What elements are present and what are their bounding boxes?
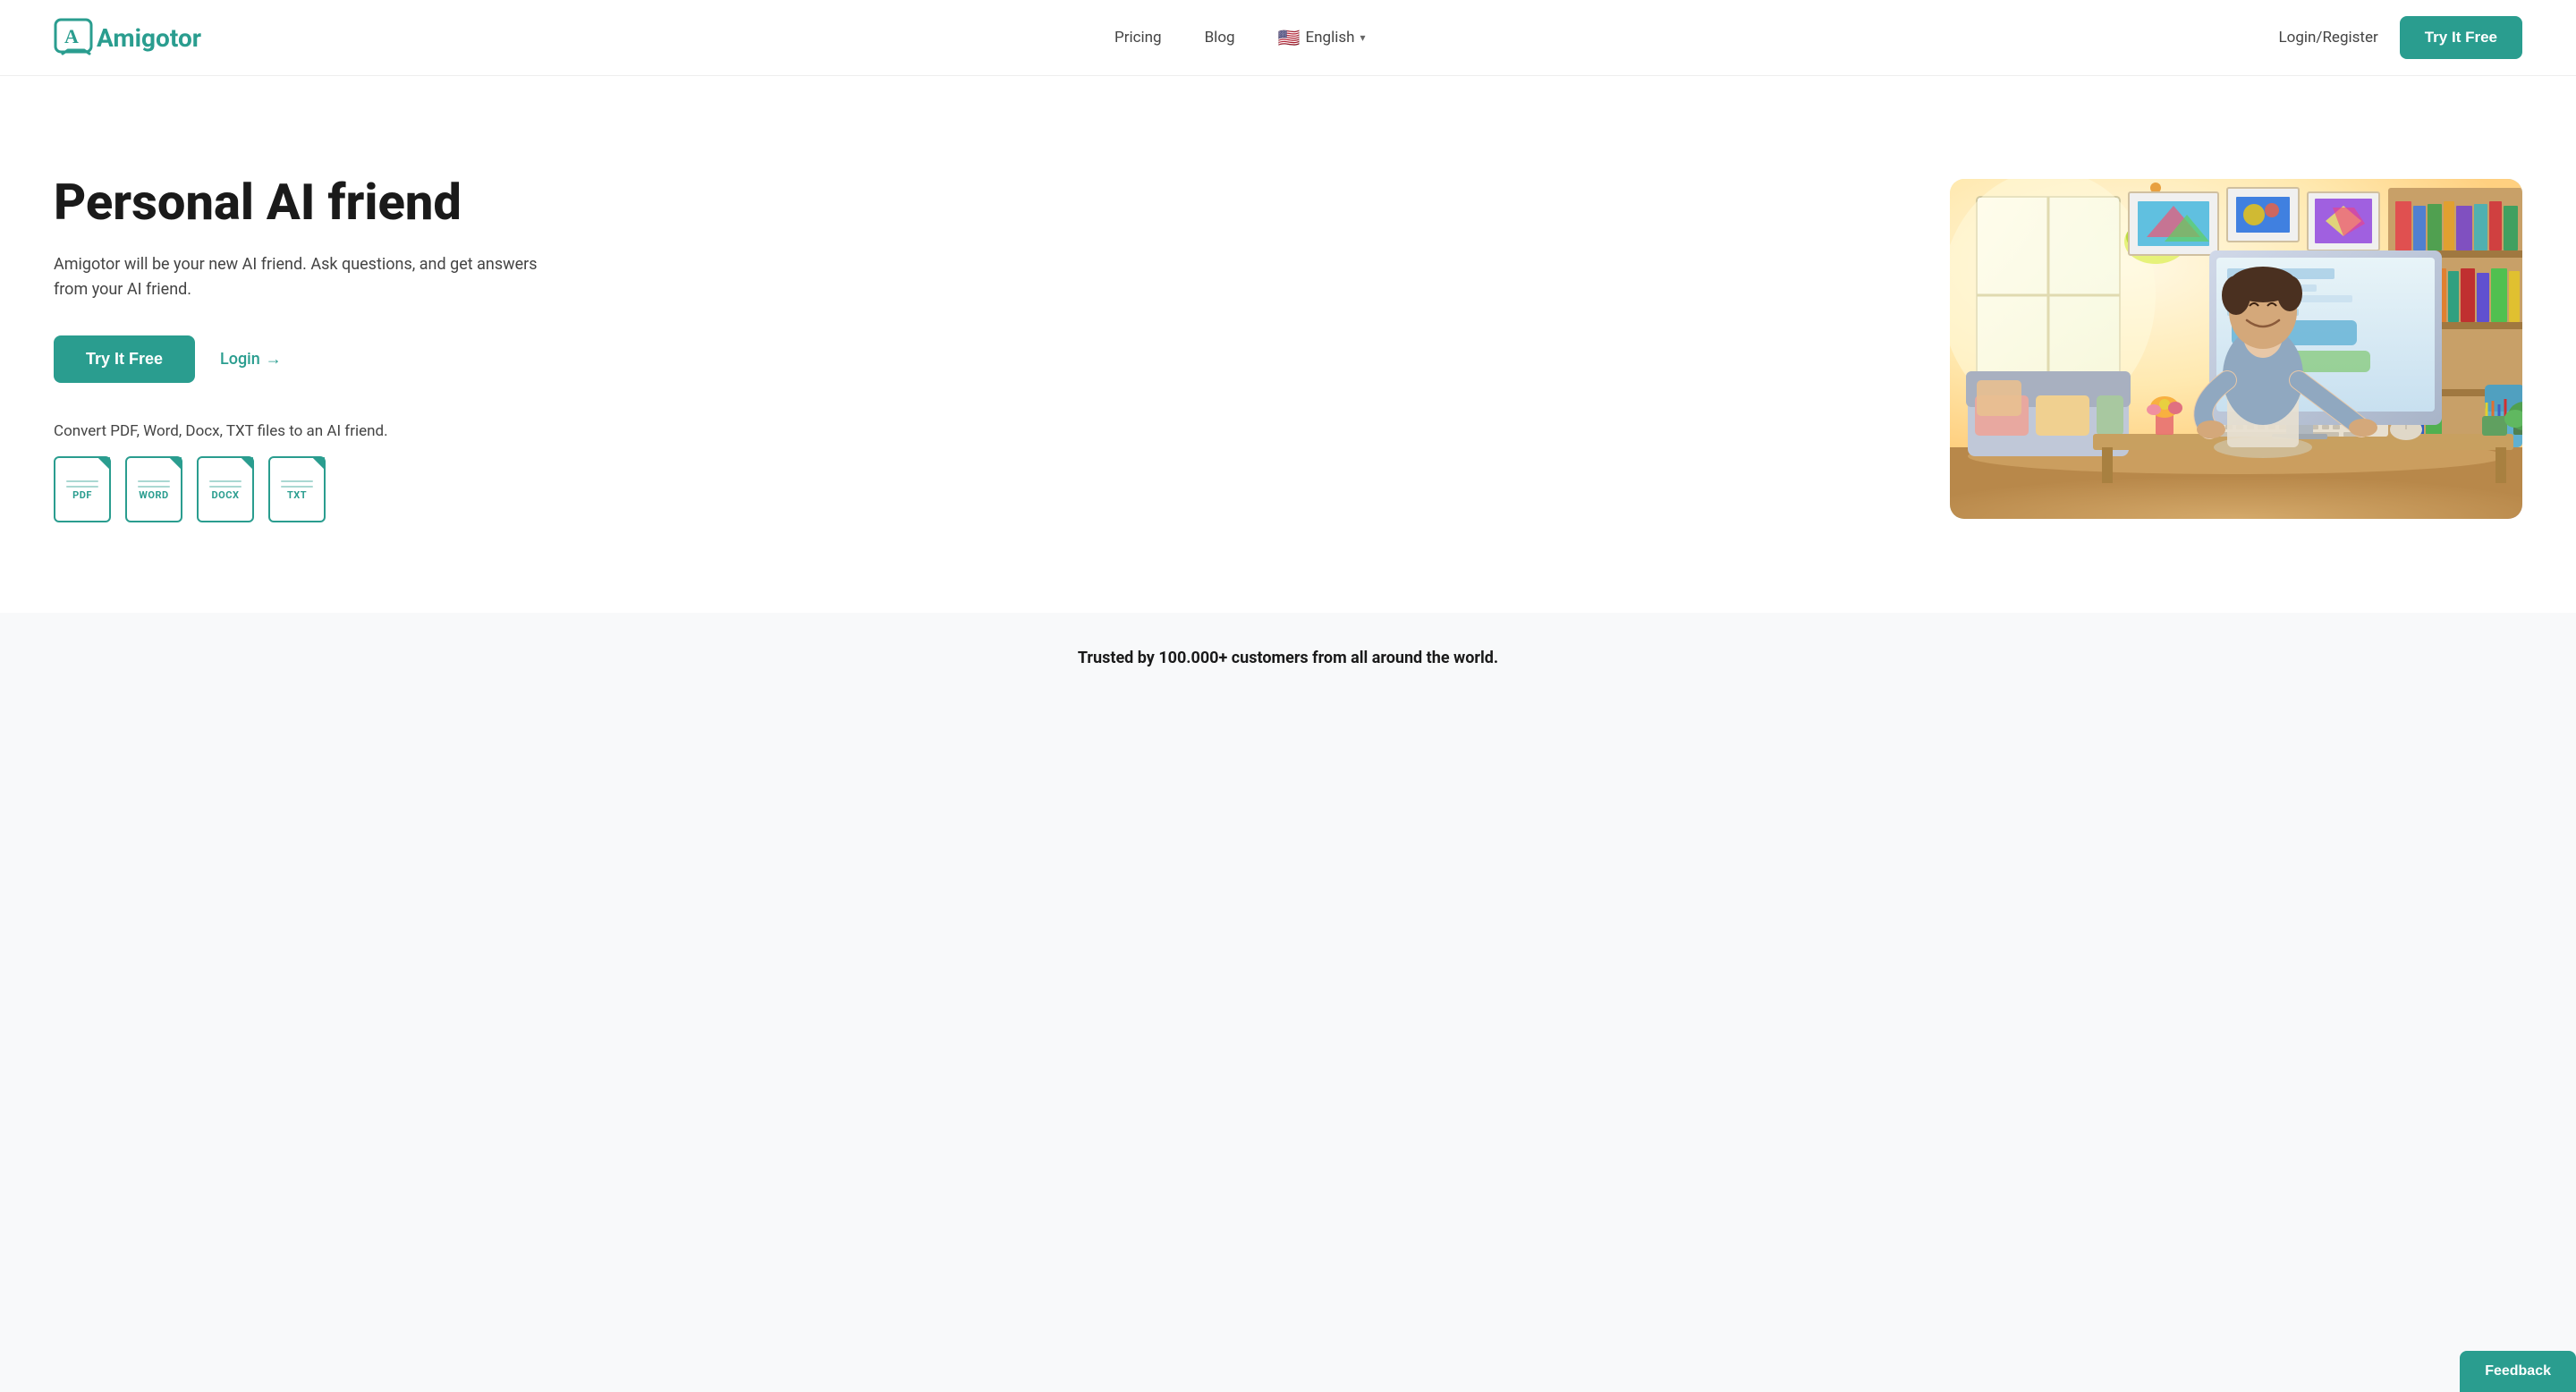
flag-icon: 🇺🇸: [1278, 27, 1301, 48]
svg-text:A: A: [64, 25, 79, 47]
hero-title: Personal AI friend: [54, 175, 626, 231]
file-icon-word: WORD: [125, 456, 182, 522]
nav-blog[interactable]: Blog: [1205, 29, 1235, 47]
file-label-docx: DOCX: [212, 489, 240, 501]
feedback-button[interactable]: Feedback: [2460, 1351, 2576, 1392]
hero-description: Amigotor will be your new AI friend. Ask…: [54, 252, 555, 304]
language-label: English: [1305, 29, 1354, 47]
chevron-down-icon: ▾: [1360, 31, 1365, 44]
room-illustration: [1950, 179, 2522, 519]
logo-icon: A: [54, 18, 93, 57]
file-label-pdf: PDF: [72, 489, 92, 501]
nav-actions: Login/Register Try It Free: [2279, 16, 2522, 59]
file-icon-pdf: PDF: [54, 456, 111, 522]
nav-language[interactable]: 🇺🇸 English ▾: [1278, 27, 1366, 48]
brand-name: Amigotor: [97, 23, 201, 53]
file-label-word: WORD: [139, 489, 168, 501]
file-icon-docx: DOCX: [197, 456, 254, 522]
trust-text: Trusted by 100.000+ customers from all a…: [54, 649, 2522, 667]
nav-pricing[interactable]: Pricing: [1114, 29, 1162, 47]
nav-login-register[interactable]: Login/Register: [2279, 29, 2378, 47]
logo[interactable]: A Amigotor: [54, 18, 201, 57]
trust-bar: Trusted by 100.000+ customers from all a…: [0, 613, 2576, 721]
hero-buttons: Try It Free Login →: [54, 335, 626, 383]
file-label-txt: TXT: [287, 489, 307, 501]
hero-section: Personal AI friend Amigotor will be your…: [0, 76, 2576, 613]
hero-login-link[interactable]: Login →: [220, 350, 282, 369]
hero-login-arrow: →: [266, 350, 282, 369]
nav-try-btn[interactable]: Try It Free: [2400, 16, 2522, 59]
convert-label: Convert PDF, Word, Docx, TXT files to an…: [54, 422, 626, 440]
hero-right: [1932, 179, 2522, 519]
hero-image: [1950, 179, 2522, 519]
hero-try-btn[interactable]: Try It Free: [54, 335, 195, 383]
navbar: A Amigotor Pricing Blog 🇺🇸 English ▾ Log…: [0, 0, 2576, 76]
file-icons: PDF WORD DOCX TXT: [54, 456, 626, 522]
hero-left: Personal AI friend Amigotor will be your…: [54, 175, 626, 522]
hero-login-label: Login: [220, 350, 260, 369]
nav-links: Pricing Blog 🇺🇸 English ▾: [1114, 27, 1366, 48]
file-icon-txt: TXT: [268, 456, 326, 522]
